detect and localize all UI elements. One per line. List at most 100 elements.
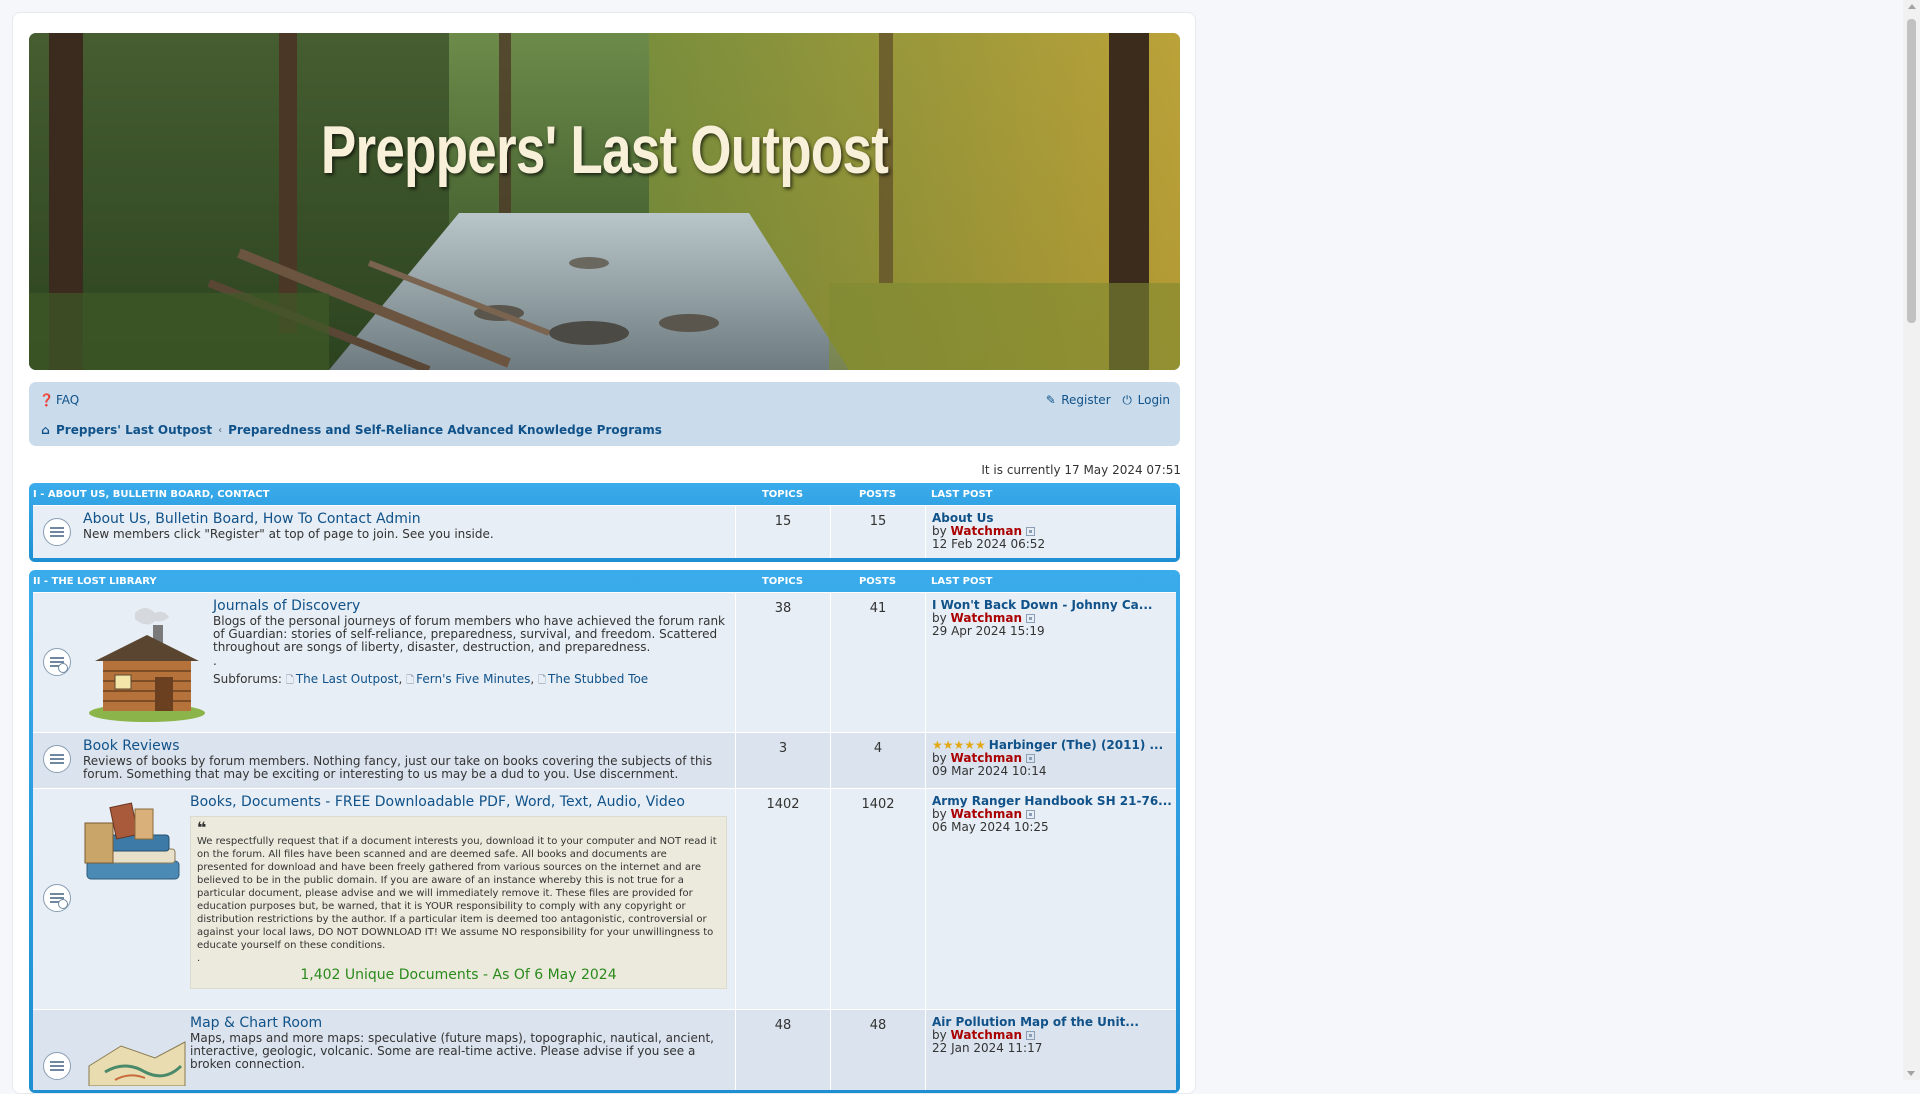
forum-info-cell: Map & Chart Room Maps, maps and more map… [33, 1010, 736, 1090]
cabin-image [89, 608, 205, 722]
posts-count: 15 [831, 506, 926, 558]
category-title-link[interactable]: II - THE LOST LIBRARY [33, 576, 735, 587]
subforum-link-ferns-five-minutes[interactable]: 🗋 Fern's Five Minutes [406, 672, 530, 686]
view-post-icon[interactable] [1026, 527, 1035, 536]
forum-description: Reviews of books by forum members. Nothi… [83, 754, 713, 781]
forum-title-link[interactable]: About Us, Bulletin Board, How To Contact… [83, 511, 421, 527]
forum-quote-box: ❝ We respectfully request that if a docu… [190, 816, 727, 989]
breadcrumb-section-label: Preparedness and Self-Reliance Advanced … [228, 423, 662, 437]
posts-count: 48 [831, 1010, 926, 1090]
breadcrumb: ⌂ Preppers' Last Outpost ‹ Preparedness … [39, 420, 1170, 440]
last-post-date: 09 Mar 2024 10:14 [932, 764, 1047, 778]
topics-count: 38 [736, 593, 831, 732]
last-post-title-link[interactable]: Army Ranger Handbook SH 21-76... [932, 794, 1172, 808]
forum-row: About Us, Bulletin Board, How To Contact… [33, 505, 1176, 558]
last-post-date: 06 May 2024 10:25 [932, 820, 1049, 834]
subforum-label: The Last Outpost [295, 672, 399, 686]
subforum-link-last-outpost[interactable]: 🗋 The Last Outpost [286, 672, 399, 686]
last-post-user-link[interactable]: Watchman [951, 1028, 1022, 1042]
last-post-title-link[interactable]: Air Pollution Map of the Unit... [932, 1015, 1139, 1029]
last-post-by: by [932, 611, 947, 625]
view-post-icon[interactable] [1026, 614, 1035, 623]
page-scrollbar[interactable] [1903, 0, 1920, 1080]
view-post-icon[interactable] [1026, 810, 1035, 819]
subforum-icon [43, 884, 71, 912]
last-post-cell: I Won't Back Down - Johnny Ca... by Watc… [926, 593, 1176, 732]
last-post-title-link[interactable]: Harbinger (The) (2011) ... [989, 738, 1163, 752]
view-post-icon[interactable] [1026, 1031, 1035, 1040]
breadcrumb-home-label: Preppers' Last Outpost [56, 423, 213, 437]
power-icon: ⏻ [1122, 392, 1132, 407]
scroll-down-arrow-icon[interactable] [1907, 1071, 1915, 1076]
map-image [88, 1041, 186, 1086]
last-post-cell: Air Pollution Map of the Unit... by Watc… [926, 1010, 1176, 1090]
forum-row: Map & Chart Room Maps, maps and more map… [33, 1009, 1176, 1090]
forum-title-link[interactable]: Map & Chart Room [190, 1015, 322, 1031]
breadcrumb-home[interactable]: ⌂ Preppers' Last Outpost [39, 423, 212, 437]
subforum-label: The Stubbed Toe [548, 672, 649, 686]
view-post-icon[interactable] [1026, 754, 1035, 763]
forum-info-cell: Books, Documents - FREE Downloadable PDF… [33, 789, 736, 1009]
posts-count: 41 [831, 593, 926, 732]
last-post-user-link[interactable]: Watchman [951, 807, 1022, 821]
topics-count: 3 [736, 733, 831, 788]
last-post-date: 29 Apr 2024 15:19 [932, 624, 1045, 638]
books-stack-image [84, 802, 180, 880]
forum-description-dot: . [213, 654, 217, 668]
login-link[interactable]: ⏻ Login [1121, 393, 1170, 408]
last-post-user-link[interactable]: Watchman [951, 751, 1022, 765]
last-post-cell: Army Ranger Handbook SH 21-76... by Watc… [926, 789, 1176, 1009]
edit-icon: ✎ [1045, 393, 1056, 407]
scroll-thumb[interactable] [1907, 19, 1916, 323]
subforum-page-icon: 🗋 [538, 675, 547, 686]
last-post-column-header: LAST POST [931, 575, 993, 587]
last-post-by: by [932, 807, 947, 821]
navbar-top-row: ❓ FAQ ✎ Register ⏻ Login [39, 390, 1170, 410]
category-header: I - ABOUT US, BULLETIN BOARD, CONTACT TO… [33, 483, 1176, 505]
forum-description: Blogs of the personal journeys of forum … [213, 614, 726, 654]
last-post-title-link[interactable]: I Won't Back Down - Johnny Ca... [932, 598, 1152, 612]
last-post-cell: About Us by Watchman 12 Feb 2024 06:52 [926, 506, 1176, 558]
page-wrapper: Preppers' Last Outpost ❓ FAQ ✎ Register … [12, 12, 1196, 1094]
posts-column-header: POSTS [858, 488, 897, 500]
last-post-date: 12 Feb 2024 06:52 [932, 537, 1046, 551]
topics-count: 15 [736, 506, 831, 558]
quote-icon: ❝ [197, 818, 207, 837]
topics-column-header: TOPICS [761, 575, 804, 587]
current-time: It is currently 17 May 2024 07:51 [981, 463, 1181, 477]
subforum-link-stubbed-toe[interactable]: 🗋 The Stubbed Toe [538, 672, 648, 686]
site-banner[interactable]: Preppers' Last Outpost [29, 33, 1180, 370]
register-link[interactable]: ✎ Register [1044, 393, 1111, 408]
category-lost-library: II - THE LOST LIBRARY TOPICS POSTS LAST … [29, 570, 1180, 1093]
forum-info-cell: Book Reviews Reviews of books by forum m… [33, 733, 736, 788]
forum-description: Maps, maps and more maps: speculative (f… [190, 1031, 714, 1071]
subforum-label: Fern's Five Minutes [416, 672, 531, 686]
forum-info-cell: About Us, Bulletin Board, How To Contact… [33, 506, 736, 558]
breadcrumb-section[interactable]: Preparedness and Self-Reliance Advanced … [228, 423, 662, 437]
forum-title-link[interactable]: Book Reviews [83, 738, 180, 754]
forum-row: Books, Documents - FREE Downloadable PDF… [33, 788, 1176, 1009]
register-label: Register [1061, 393, 1111, 407]
posts-count: 1402 [831, 789, 926, 1009]
faq-label: FAQ [56, 393, 80, 407]
last-post-by: by [932, 524, 947, 538]
last-post-title-link[interactable]: About Us [932, 511, 993, 525]
forum-read-icon [43, 745, 71, 773]
five-star-rating-icon: ★★★★★ [932, 738, 986, 752]
forum-row: Journals of Discovery Blogs of the perso… [33, 592, 1176, 732]
forum-row: Book Reviews Reviews of books by forum m… [33, 732, 1176, 788]
topics-count: 48 [736, 1010, 831, 1090]
subforum-icon [43, 648, 71, 676]
category-title-link[interactable]: I - ABOUT US, BULLETIN BOARD, CONTACT [33, 489, 735, 500]
last-post-user-link[interactable]: Watchman [951, 611, 1022, 625]
forum-description: New members click "Register" at top of p… [83, 527, 494, 541]
forum-title-link[interactable]: Books, Documents - FREE Downloadable PDF… [190, 794, 685, 810]
last-post-user-link[interactable]: Watchman [951, 524, 1022, 538]
scroll-up-arrow-icon[interactable] [1907, 4, 1916, 9]
last-post-date: 22 Jan 2024 11:17 [932, 1041, 1043, 1055]
posts-count: 4 [831, 733, 926, 788]
forum-title-link[interactable]: Journals of Discovery [213, 598, 360, 614]
login-label: Login [1137, 393, 1170, 407]
last-post-by: by [932, 751, 947, 765]
faq-link[interactable]: ❓ FAQ [39, 393, 79, 407]
